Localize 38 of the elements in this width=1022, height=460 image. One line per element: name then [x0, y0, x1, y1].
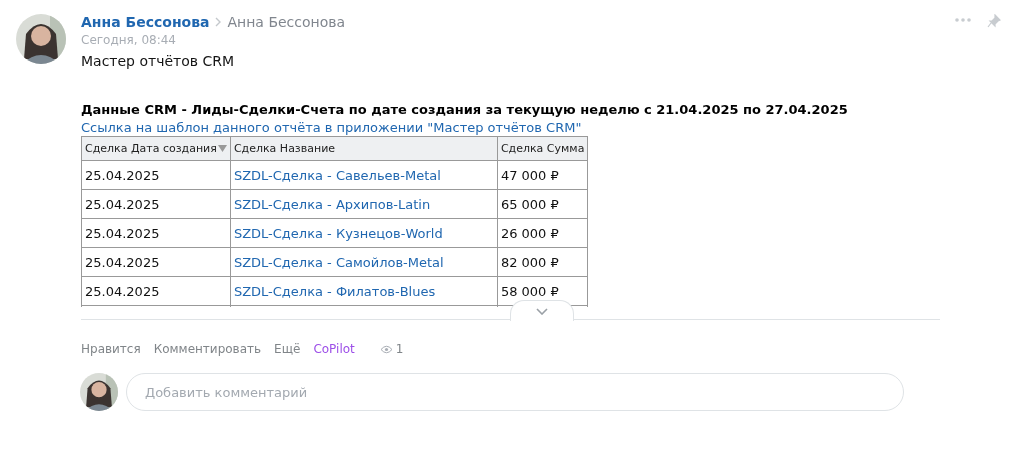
deal-link[interactable]: SZDL-Сделка - Кузнецов-World [230, 218, 498, 248]
table-cell: 25.04.2025 [81, 247, 231, 277]
eye-icon [379, 344, 393, 354]
table-cell: 26 000 ₽ [497, 218, 588, 248]
report-title: Данные CRM - Лиды-Сделки-Счета по дате создания за текущую неделю с 21.04.2025 по 27.04.2025 [81, 102, 848, 117]
table-cell: 47 000 ₽ [497, 160, 588, 190]
table-cell: 65 000 ₽ [497, 189, 588, 219]
avatar [80, 373, 118, 411]
column-header[interactable]: Сделка Сумма [497, 136, 588, 161]
view-count: 1 [395, 342, 404, 356]
expand-button[interactable] [510, 300, 574, 321]
deal-link[interactable]: SZDL-Сделка - Самойлов-Metal [230, 247, 498, 277]
column-header[interactable]: Сделка Дата создания [81, 136, 231, 161]
pin-icon[interactable] [987, 14, 1001, 28]
table-cell: 25.04.2025 [81, 218, 231, 248]
action-link[interactable]: CoPilot [313, 342, 355, 356]
comment-field[interactable]: Добавить комментарий [126, 373, 904, 411]
post-title: Мастер отчётов CRM [81, 53, 235, 69]
action-link[interactable]: Ещё [274, 342, 301, 356]
deal-link[interactable]: SZDL-Сделка - Филатов-Blues [230, 276, 498, 306]
table-cell: 82 000 ₽ [497, 247, 588, 277]
recipient-link[interactable]: Анна Бессонова [227, 14, 346, 30]
column-header[interactable]: Сделка Название [230, 136, 498, 161]
action-link[interactable]: Нравится [81, 342, 141, 356]
deal-link[interactable]: SZDL-Сделка - Савельев-Metal [230, 160, 498, 190]
sort-icon [217, 145, 227, 152]
action-link[interactable]: Комментировать [153, 342, 262, 356]
deal-link[interactable]: SZDL-Сделка - Архипов-Latin [230, 189, 498, 219]
template-link[interactable]: Ссылка на шаблон данного отчёта в приложении "Мастер отчётов CRM" [81, 120, 582, 135]
table-cell: 25.04.2025 [81, 276, 231, 306]
table-cell: 25.04.2025 [81, 160, 231, 190]
chevron-down-icon [536, 307, 548, 315]
table-cell: 25.04.2025 [81, 189, 231, 219]
author-link[interactable]: Анна Бессонова [81, 14, 210, 30]
chevron-right-icon [215, 17, 222, 27]
more-icon[interactable] [955, 18, 971, 22]
post-time: Сегодня, 08:44 [81, 33, 176, 47]
avatar [16, 14, 66, 64]
